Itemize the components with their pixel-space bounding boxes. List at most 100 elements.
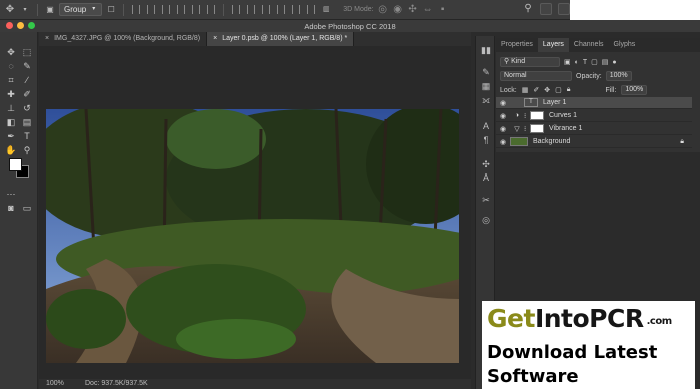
tab-properties[interactable]: Properties [496,38,538,52]
search-icon[interactable]: ⚲ [522,3,534,15]
3d-orbit-icon[interactable]: ◎ [377,4,389,16]
tools-panel-icon[interactable]: ✂ [479,194,493,206]
eyedropper-icon[interactable]: ∕ [19,74,35,86]
type-icon[interactable]: T [19,130,35,142]
tab-layers[interactable]: Layers [537,38,569,52]
zoom-level[interactable]: 100% [46,379,64,389]
maximize-window-icon[interactable] [28,22,35,29]
auto-select-group-dropdown[interactable]: Group ▾ [59,3,103,16]
align-top-icon[interactable] [132,5,141,14]
adjustments-panel-icon[interactable]: ⟗ [479,94,493,106]
distribute-right-icon[interactable] [307,5,316,14]
hand-icon[interactable]: ✋ [3,144,19,156]
move-tool-icon[interactable]: ✥ [4,4,16,16]
zoom-icon[interactable]: ⚲ [19,144,35,156]
3d-roll-icon[interactable]: ◉ [392,4,404,16]
eye-icon[interactable]: ◉ [496,99,510,107]
workspace-switcher[interactable] [540,3,552,15]
distribute-top-icon[interactable] [232,5,241,14]
distribute-center-icon[interactable] [292,5,301,14]
layer-row-vibrance1[interactable]: ◉ ▽ ⁝ Vibrance 1 [496,123,692,135]
canvas-area[interactable] [39,46,471,379]
tab-glyphs[interactable]: Glyphs [609,38,641,52]
align-bottom-icon[interactable] [162,5,171,14]
eraser-icon[interactable]: ◧ [3,116,19,128]
dropdown-arrow-icon[interactable]: ▾ [19,4,31,16]
filter-shape-icon[interactable]: ▢ [591,58,598,66]
distribute-bottom-icon[interactable] [262,5,271,14]
align-center-icon[interactable] [192,5,201,14]
doc-tab-layer0[interactable]: × Layer 0.psb @ 100% (Layer 1, RGB/8) * [207,32,355,46]
pen-icon[interactable]: ✒ [3,130,19,142]
healing-icon[interactable]: ✚ [3,88,19,100]
styles-panel-icon[interactable]: ✣ [479,158,493,170]
slogan-line1: Download Latest [487,342,658,363]
lock-position-icon[interactable]: ✥ [544,86,550,94]
close-window-icon[interactable] [6,22,13,29]
foreground-color-swatch[interactable] [9,158,22,171]
filter-type-icon[interactable]: T [583,59,587,66]
doc-tab-close-icon[interactable]: × [45,32,49,46]
filter-toggle-icon[interactable]: ● [612,59,616,66]
doc-tab-img4327[interactable]: × IMG_4327.JPG @ 100% (Background, RGB/8… [39,32,208,46]
blend-mode-select[interactable]: Normal [500,71,572,81]
history-brush-icon[interactable]: ↺ [19,102,35,114]
3d-scale-icon[interactable]: ▪ [437,4,449,16]
3d-pan-icon[interactable]: ✣ [407,4,419,16]
quick-mask-icon[interactable]: ◙ [3,202,19,214]
eye-icon[interactable]: ◉ [496,138,510,146]
gradient-icon[interactable]: ▤ [19,116,35,128]
filter-smart-icon[interactable]: ▤ [602,58,609,66]
align-right-icon[interactable] [207,5,216,14]
distribute-middle-icon[interactable] [247,5,256,14]
doc-tab-label: IMG_4327.JPG @ 100% (Background, RGB/8) [54,35,201,42]
auto-select-checkbox[interactable]: ▣ [44,4,56,16]
filter-kind-select[interactable]: ⚲ Kind [500,57,560,67]
paragraph-panel-icon[interactable]: ¶ [479,134,493,146]
fill-input[interactable]: 100% [621,85,648,95]
filter-pixel-icon[interactable]: ▣ [564,58,571,66]
3d-mode-label: 3D Mode: [343,6,374,13]
brush-icon[interactable]: ✐ [19,88,35,100]
stamp-icon[interactable]: ⊥ [3,102,19,114]
distribute-left-icon[interactable] [277,5,286,14]
layer-row-layer1[interactable]: ◉ T Layer 1 [496,97,692,109]
3d-slide-icon[interactable]: ⇔ [422,4,434,16]
edit-toolbar-icon[interactable]: ⋯ [3,188,19,200]
lock-image-icon[interactable]: ✐ [533,86,539,94]
opacity-input[interactable]: 100% [605,71,632,81]
swatches-panel-icon[interactable]: ▦ [479,80,493,92]
auto-align-icon[interactable]: ▥ [320,4,332,16]
move-icon[interactable]: ✥ [3,46,19,58]
curves-adjustment-icon: ◑ [514,112,520,119]
marquee-icon[interactable]: ⬚ [19,46,35,58]
lock-transparent-icon[interactable]: ▦ [522,86,529,94]
character-panel-icon[interactable]: A [479,120,493,132]
3d-panel-icon[interactable]: ◎ [479,214,493,226]
blend-row: Normal Opacity: 100% [496,70,700,82]
tab-channels[interactable]: Channels [569,38,609,52]
eye-icon[interactable]: ◉ [496,112,510,120]
share-button[interactable] [558,3,570,15]
doc-tab-close-icon[interactable]: × [213,32,217,46]
align-left-icon[interactable] [177,5,186,14]
quick-select-icon[interactable]: ✎ [19,60,35,72]
layer-row-background[interactable]: ◉ Background 🔒︎ [496,136,692,148]
crop-icon[interactable]: ⌗ [3,74,19,86]
filter-adjustment-icon[interactable]: ◐ [575,59,579,66]
minimize-window-icon[interactable] [17,22,24,29]
lock-all-icon[interactable]: 🔒︎ [567,86,571,94]
eye-icon[interactable]: ◉ [496,125,510,133]
document-tabs: × IMG_4327.JPG @ 100% (Background, RGB/8… [39,32,471,46]
align-middle-icon[interactable] [147,5,156,14]
brush-settings-icon[interactable]: ✎ [479,66,493,78]
show-transform-checkbox[interactable]: ☐ [105,4,117,16]
screen-mode-icon[interactable]: ▭ [19,202,35,214]
history-panel-icon[interactable]: ▮▮ [479,44,493,56]
lock-artboard-icon[interactable]: ▢ [555,86,562,94]
lasso-icon[interactable]: ◌ [3,60,19,72]
glyphs-panel-icon[interactable]: Å [479,172,493,184]
panel-tabs: Properties Layers Channels Glyphs [496,38,700,52]
layer-row-curves1[interactable]: ◉ ◑ ⁝ Curves 1 [496,110,692,122]
separator [123,3,125,16]
